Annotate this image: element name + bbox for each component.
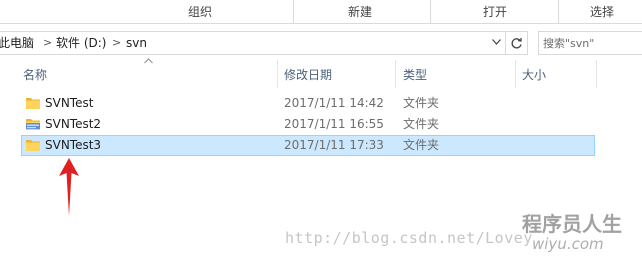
ribbon-group-open[interactable]: 打开 [440, 0, 550, 24]
file-type: 文件夹 [403, 96, 440, 110]
refresh-icon [511, 38, 522, 49]
ribbon: 组织 新建 打开 选择 [0, 0, 642, 24]
file-name: SVNTest3 [45, 138, 102, 152]
chevron-down-icon[interactable] [488, 32, 505, 54]
breadcrumb-separator[interactable]: > [112, 32, 121, 54]
column-divider[interactable] [515, 60, 516, 88]
column-header-type[interactable]: 类型 [401, 63, 513, 87]
watermark-site: wiyu.com [532, 235, 604, 253]
breadcrumb-this-pc[interactable]: 此电脑 [0, 32, 34, 54]
ribbon-group-select[interactable]: 选择 [562, 0, 642, 24]
file-row[interactable]: SVNTest2 2017/1/11 16:55 文件夹 [21, 114, 595, 135]
file-row-selected[interactable]: SVNTest3 2017/1/11 17:33 文件夹 [21, 135, 595, 156]
file-name: SVNTest [45, 96, 94, 110]
ribbon-divider [558, 0, 559, 24]
column-header-size[interactable]: 大小 [520, 63, 595, 87]
breadcrumb-separator[interactable]: > [43, 32, 52, 54]
breadcrumb-drive-d[interactable]: 软件 (D:) [56, 32, 106, 54]
column-divider[interactable] [596, 60, 597, 88]
column-header-name[interactable]: 名称 [21, 63, 277, 87]
ribbon-group-new[interactable]: 新建 [300, 0, 420, 24]
search-input[interactable] [543, 34, 639, 52]
folder-icon [26, 98, 40, 109]
ribbon-divider [430, 0, 431, 24]
file-type: 文件夹 [403, 117, 440, 131]
watermark-url: http://blog.csdn.net/Lovey [285, 229, 533, 247]
search-box[interactable] [538, 31, 642, 55]
column-divider[interactable] [395, 60, 396, 88]
breadcrumb-svn[interactable]: svn [126, 32, 147, 54]
refresh-button[interactable] [506, 31, 528, 55]
folder-icon [26, 140, 40, 151]
watermark-logo: 程序员人生 [522, 212, 622, 236]
file-row[interactable]: SVNTest 2017/1/11 14:42 文件夹 [21, 93, 595, 114]
column-header-date[interactable]: 修改日期 [282, 63, 394, 87]
ribbon-group-organize[interactable]: 组织 [100, 0, 300, 24]
file-date: 2017/1/11 16:55 [284, 117, 384, 131]
file-type: 文件夹 [403, 138, 440, 152]
annotation-arrow [59, 158, 79, 216]
file-date: 2017/1/11 14:42 [284, 96, 384, 110]
column-divider[interactable] [277, 60, 278, 88]
svn-folder-icon [26, 119, 40, 130]
address-row: 此电脑 > 软件 (D:) > svn [0, 31, 642, 55]
file-date: 2017/1/11 17:33 [284, 138, 384, 152]
address-bar[interactable]: 此电脑 > 软件 (D:) > svn [0, 31, 506, 55]
ribbon-divider [293, 0, 294, 24]
file-name: SVNTest2 [45, 117, 102, 131]
